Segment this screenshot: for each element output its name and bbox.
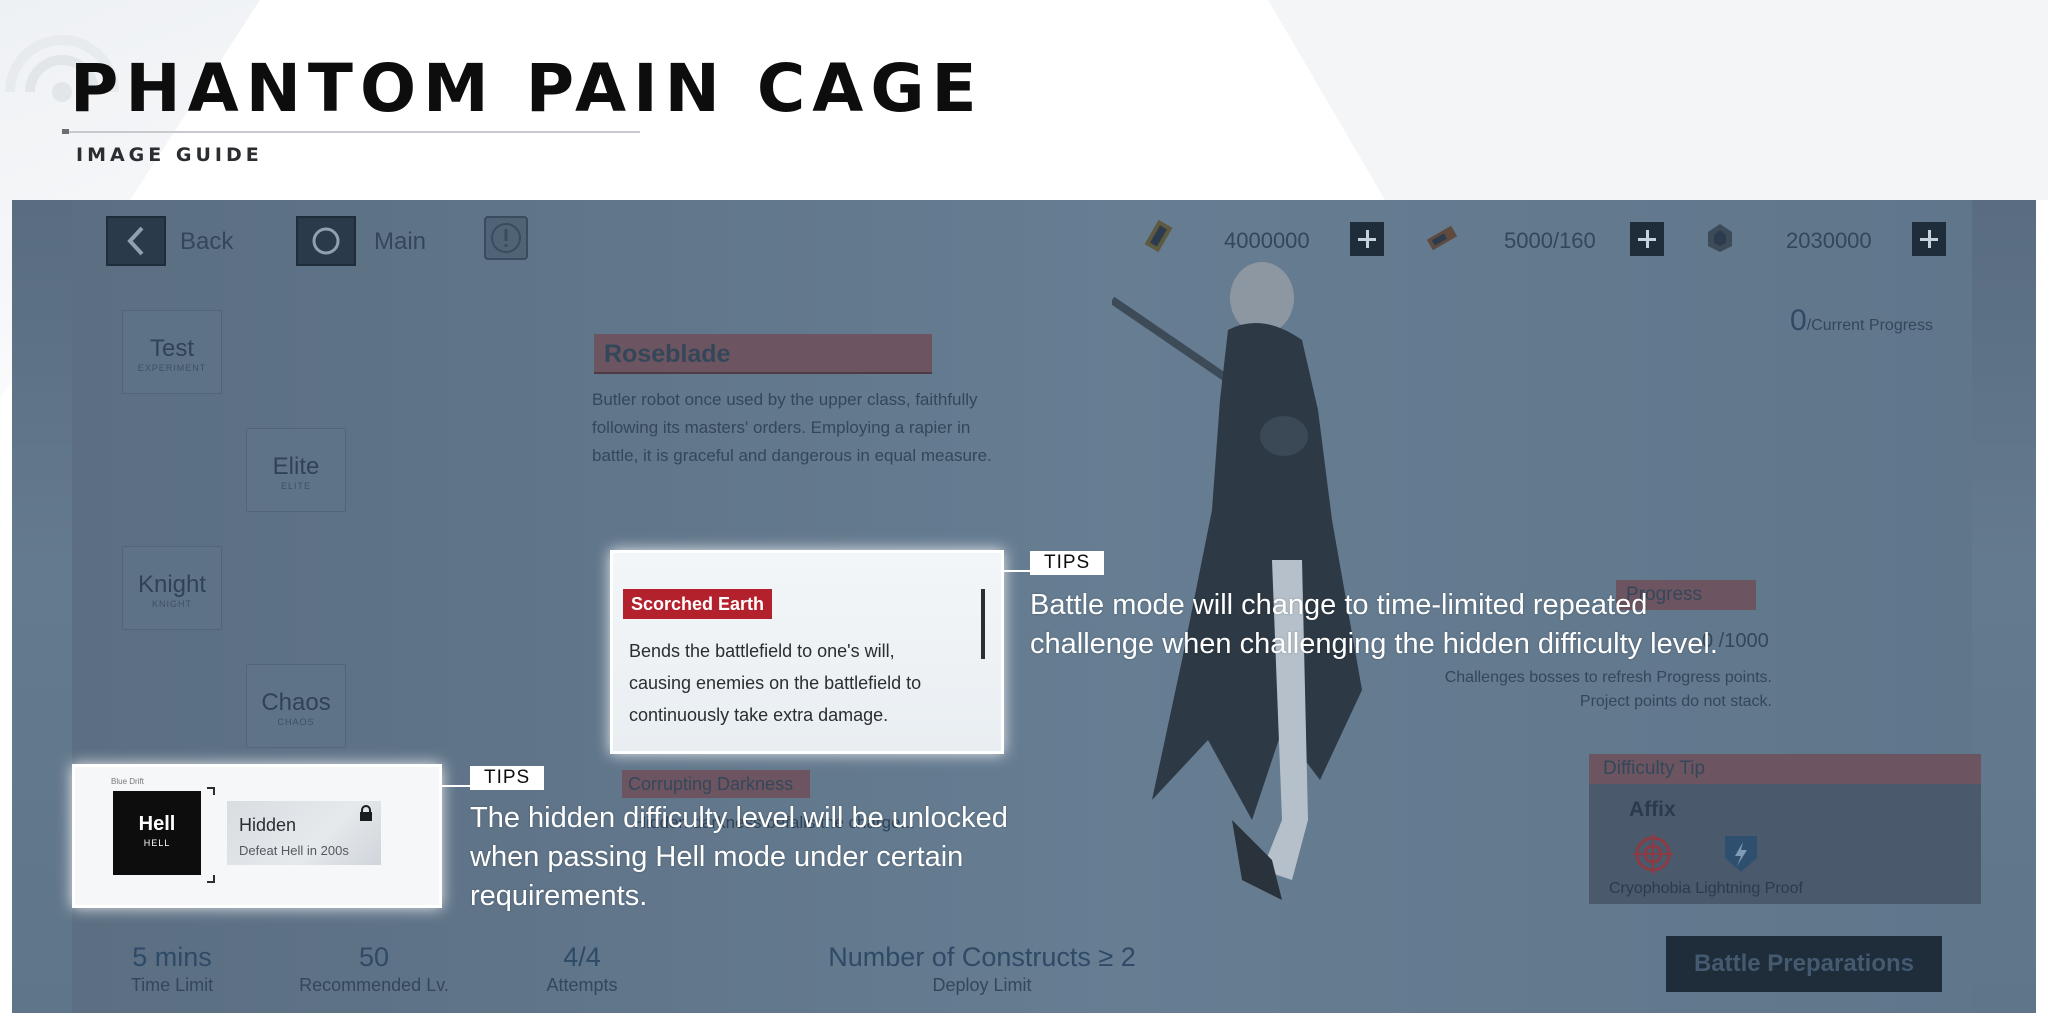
title-underline-marker <box>62 129 69 134</box>
difficulty-elite[interactable]: Elite ELITE <box>246 428 346 512</box>
stat-label: Time Limit <box>130 975 214 995</box>
info-button[interactable] <box>484 216 528 260</box>
difficulty-subtitle: EXPERIMENT <box>137 363 207 373</box>
difficulty-subtitle: ELITE <box>280 481 311 491</box>
stat-value: 50 <box>358 942 390 972</box>
back-label: Back <box>180 228 234 255</box>
current-progress: 0/Current Progress <box>1790 304 1933 338</box>
affix-names: Cryophobia Lightning Proof <box>1609 880 1803 897</box>
guide-page: PHANTOM PAIN CAGE IMAGE GUIDE Back Main <box>0 0 2048 1024</box>
hell-subtitle: HELL <box>143 838 171 848</box>
difficulty-hidden[interactable]: Hidden Defeat Hell in 200s <box>227 801 381 865</box>
highlight-scorched-earth: Scorched Earth Bends the battlefield to … <box>610 550 1004 754</box>
main-label: Main <box>374 228 427 255</box>
scrollbar[interactable] <box>981 589 985 659</box>
resource-value-stamina: 5000/160 <box>1504 228 1596 253</box>
hidden-requirement: Defeat Hell in 200s <box>239 843 349 858</box>
hell-title: Hell <box>138 813 176 835</box>
chevron-left-icon <box>127 226 144 256</box>
stat-label: Recommended Lv. <box>299 975 449 995</box>
stat-attempts: 4/4 Attempts <box>502 942 662 996</box>
affix-scorched-title: Scorched Earth <box>623 589 773 619</box>
tips-text: The hidden difficulty level will be unlo… <box>470 802 1008 912</box>
main-button[interactable] <box>296 216 356 266</box>
circle-home-icon <box>312 227 340 255</box>
stat-value: 4/4 <box>563 942 601 972</box>
resource-value-gold: 4000000 <box>1224 228 1310 253</box>
difficulty-hell[interactable]: Hell HELL <box>113 791 201 875</box>
difficulty-knight[interactable]: Knight KNIGHT <box>122 546 222 630</box>
back-button[interactable] <box>106 216 166 266</box>
affix-scorched-text: Bends the battlefield to one's will, cau… <box>629 641 922 725</box>
difficulty-name: Test <box>149 335 194 362</box>
current-progress-label: /Current Progress <box>1806 317 1933 334</box>
stamina-battery-icon <box>1426 225 1458 251</box>
cryophobia-target-icon[interactable] <box>1631 832 1675 876</box>
difficulty-test[interactable]: Test EXPERIMENT <box>122 310 222 394</box>
stat-time-limit: 5 mins Time Limit <box>92 942 252 996</box>
difficulty-subtitle: CHAOS <box>277 717 315 727</box>
difficulty-tip-panel: Difficulty Tip Affix Cryophobia Lightnin… <box>1589 754 1981 904</box>
boss-description: Butler robot once used by the upper clas… <box>592 390 992 465</box>
battle-preparations-button[interactable]: Battle Preparations <box>1666 936 1942 992</box>
boss-name: Roseblade <box>594 334 932 374</box>
background-shape-right <box>1268 0 2048 200</box>
stat-recommended-level: 50 Recommended Lv. <box>274 942 474 996</box>
selection-bracket <box>207 875 215 883</box>
gold-ticket-icon <box>1144 219 1173 253</box>
highlight-hidden-difficulty: Blue Drift Hell HELL Hidden Defeat Hell … <box>72 764 442 908</box>
affix-label: Affix <box>1629 798 1676 821</box>
stat-label: Attempts <box>546 975 618 995</box>
small-tag: Blue Drift <box>111 777 144 786</box>
difficulty-name: Elite <box>272 453 320 480</box>
crystal-icon <box>1708 224 1732 252</box>
tips-tag: TIPS <box>470 766 545 790</box>
title-underline <box>62 131 640 133</box>
stat-value: Number of Constructs ≥ 2 <box>828 942 1136 972</box>
selection-bracket <box>207 787 215 795</box>
exclamation-icon <box>491 223 521 253</box>
stat-value: 5 mins <box>132 942 212 972</box>
page-title: PHANTOM PAIN CAGE <box>70 50 984 127</box>
add-crystal-button[interactable] <box>1912 222 1946 256</box>
add-gold-button[interactable] <box>1350 222 1384 256</box>
difficulty-subtitle: KNIGHT <box>151 599 192 609</box>
tips-connector-line <box>1004 570 1030 572</box>
difficulty-chaos[interactable]: Chaos CHAOS <box>246 664 346 748</box>
tips-connector-line <box>442 785 472 787</box>
difficulty-tip-header: Difficulty Tip <box>1589 754 1981 784</box>
difficulty-name: Knight <box>137 571 207 598</box>
page-subtitle: IMAGE GUIDE <box>76 144 263 166</box>
current-progress-value: 0 <box>1790 304 1807 337</box>
stat-deploy-limit: Number of Constructs ≥ 2 Deploy Limit <box>792 942 1172 996</box>
tips-tag: TIPS <box>1030 551 1105 575</box>
affix-corrupting-title: Corrupting Darkness <box>622 770 810 798</box>
difficulty-name: Chaos <box>261 689 331 716</box>
progress-note: Challenges bosses to refresh Progress po… <box>1444 669 1772 710</box>
lock-icon <box>360 805 372 821</box>
add-stamina-button[interactable] <box>1630 222 1664 256</box>
stat-label: Deploy Limit <box>932 975 1032 995</box>
hidden-title: Hidden <box>239 815 297 835</box>
resource-value-crystal: 2030000 <box>1786 228 1872 253</box>
lightning-shield-icon[interactable] <box>1719 832 1763 876</box>
tips-text: Battle mode will change to time-limited … <box>1030 589 1718 660</box>
